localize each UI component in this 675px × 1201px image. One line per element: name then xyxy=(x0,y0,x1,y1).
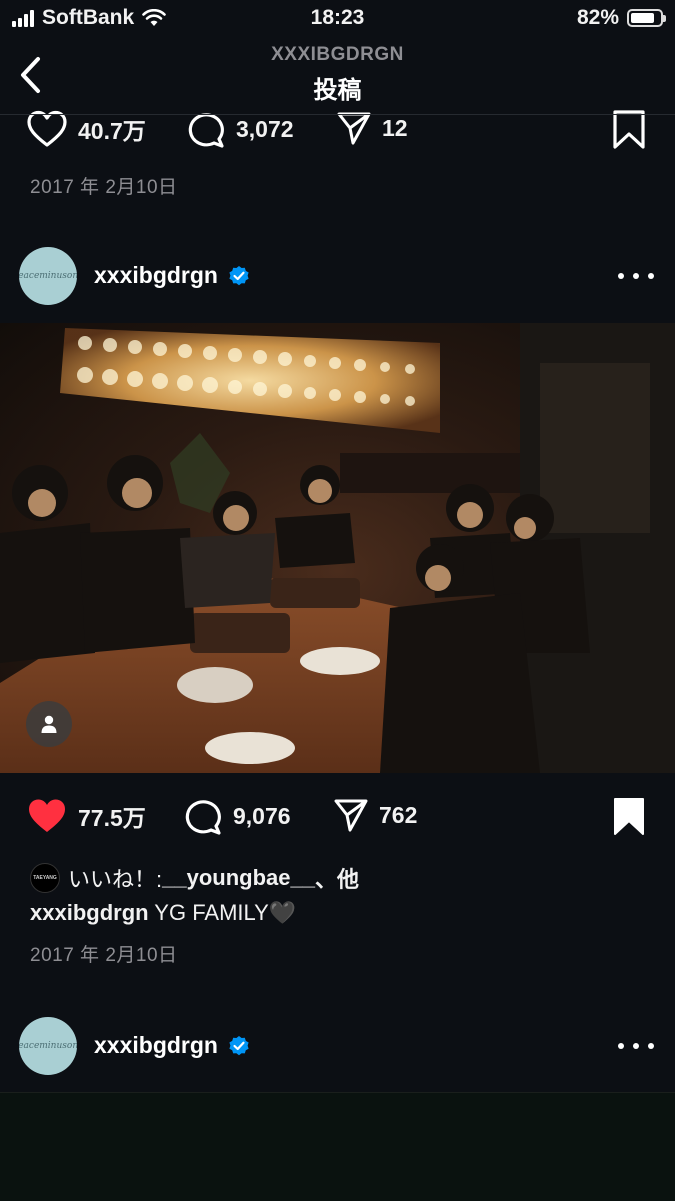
comment-icon xyxy=(185,800,221,835)
prev-post-date: 2017 年 2月10日 xyxy=(30,177,178,198)
next-post-username[interactable]: xxxibgdrgn xyxy=(94,1032,218,1059)
status-bar: SoftBank 18:23 82% xyxy=(0,0,675,38)
dot-icon xyxy=(633,273,639,279)
battery-level xyxy=(631,13,654,23)
avatar-text: Peaceminusone xyxy=(19,271,77,281)
liked-by-suffix[interactable]: 、他 xyxy=(315,862,359,894)
person-icon xyxy=(41,715,57,733)
send-icon xyxy=(337,112,371,145)
send-icon xyxy=(334,799,368,832)
next-avatar-text: Peaceminusone xyxy=(19,1041,77,1051)
status-right: 82% xyxy=(576,6,666,30)
dot-icon xyxy=(618,273,624,279)
post-username[interactable]: xxxibgdrgn xyxy=(94,262,218,289)
prev-comment-button[interactable]: 3,072 xyxy=(186,110,294,148)
battery-icon xyxy=(627,9,666,27)
liked-by-prefix: いいね！: xyxy=(68,867,163,892)
header-divider xyxy=(0,114,675,115)
avatar[interactable]: Peaceminusone xyxy=(19,247,77,305)
next-post-photo[interactable] xyxy=(0,1092,675,1201)
prev-share-button[interactable]: 12 xyxy=(336,110,408,146)
heart-filled-icon xyxy=(29,799,65,832)
prev-comment-count: 3,072 xyxy=(236,115,294,142)
bookmark-icon xyxy=(613,110,645,149)
post-author: xxxibgdrgn xyxy=(94,262,250,289)
share-count: 762 xyxy=(379,801,418,828)
battery-percent: 82% xyxy=(576,6,619,29)
clock: 18:23 xyxy=(310,6,365,29)
like-button[interactable]: 77.5万 xyxy=(26,797,146,835)
photo-illustration xyxy=(0,323,675,773)
share-button[interactable]: 762 xyxy=(333,797,417,833)
liker-avatar[interactable]: TAEYANG xyxy=(30,863,60,893)
caption-username[interactable]: xxxibgdrgn xyxy=(30,900,149,925)
comment-button[interactable]: 9,076 xyxy=(183,797,291,835)
header-username: XXXIBGDRGN xyxy=(271,44,404,65)
prev-save-button[interactable] xyxy=(612,110,646,150)
next-post-author: xxxibgdrgn xyxy=(94,1032,250,1059)
liked-by: TAEYANG いいね！: __youngbae__ 、他 xyxy=(30,862,359,894)
comment-icon xyxy=(188,113,224,148)
page-title: 投稿 xyxy=(313,77,362,104)
more-options-button[interactable] xyxy=(618,266,654,286)
post-date: 2017 年 2月10日 xyxy=(30,945,178,966)
tagged-people-button[interactable] xyxy=(26,701,72,747)
post-actions: 77.5万 9,076 762 xyxy=(0,791,675,841)
dot-icon xyxy=(648,1043,654,1049)
next-more-options-button[interactable] xyxy=(618,1036,654,1056)
caption: xxxibgdrgn YG FAMILY🖤 xyxy=(30,900,296,926)
next-avatar[interactable]: Peaceminusone xyxy=(19,1017,77,1075)
prev-like-button[interactable]: 40.7万 xyxy=(26,110,146,148)
dot-icon xyxy=(618,1043,624,1049)
prev-post-actions: 40.7万 3,072 12 xyxy=(0,104,675,154)
bookmark-filled-icon xyxy=(614,798,644,835)
dot-icon xyxy=(648,273,654,279)
dot-icon xyxy=(633,1043,639,1049)
prev-share-count: 12 xyxy=(382,114,408,141)
caption-text: YG FAMILY🖤 xyxy=(148,900,297,925)
save-button[interactable] xyxy=(612,797,646,837)
liker-avatar-text: TAEYANG xyxy=(33,875,57,881)
comment-count: 9,076 xyxy=(233,802,291,829)
like-count: 77.5万 xyxy=(78,805,146,831)
heart-icon xyxy=(27,110,67,147)
verified-badge-icon xyxy=(229,265,249,285)
post-photo[interactable] xyxy=(0,323,675,773)
verified-badge-icon xyxy=(229,1035,249,1055)
prev-like-count: 40.7万 xyxy=(78,118,146,144)
liked-by-user[interactable]: __youngbae__ xyxy=(162,865,315,891)
